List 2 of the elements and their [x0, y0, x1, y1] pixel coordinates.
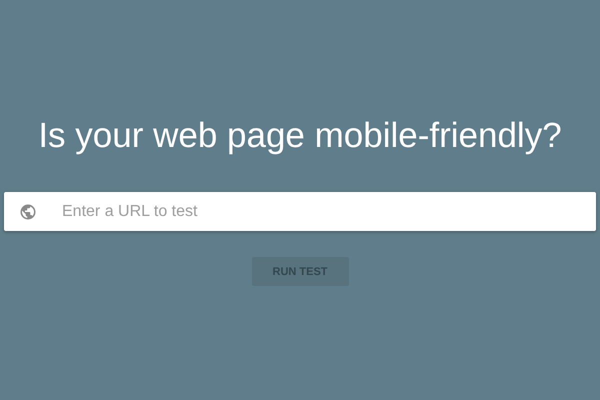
url-field[interactable]: Enter a URL to test — [4, 192, 596, 231]
page-heading: Is your web page mobile-friendly? — [38, 115, 562, 157]
